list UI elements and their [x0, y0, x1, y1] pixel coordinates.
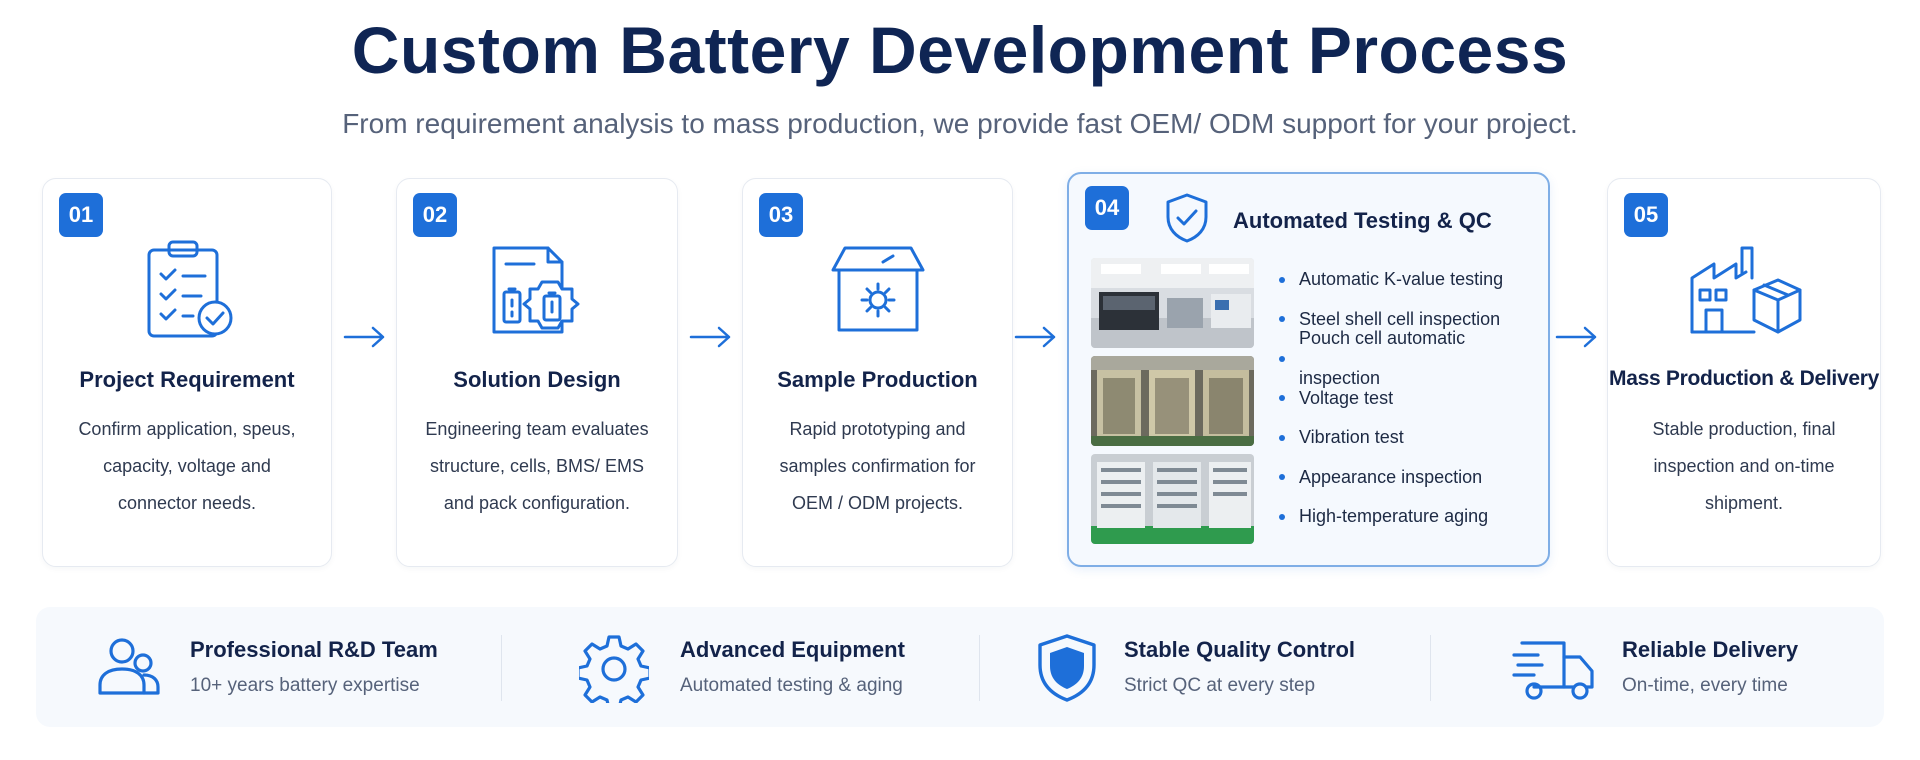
testing-lab-photo — [1091, 258, 1254, 348]
factory-icon — [1608, 229, 1880, 349]
step-card-sample-production: 03 Sample Production Rapid prototyping a… — [742, 178, 1013, 567]
divider — [1430, 635, 1431, 701]
feature-title: Advanced Equipment — [680, 637, 905, 662]
feature-title: Stable Quality Control — [1124, 637, 1356, 662]
arrow-right-icon — [1555, 326, 1597, 348]
feature-delivery: Reliable Delivery On-time, every time — [1512, 607, 1872, 727]
arrow-right-icon — [343, 326, 385, 348]
team-icon — [98, 638, 160, 695]
bullet-icon — [1279, 355, 1285, 362]
clipboard-check-icon — [43, 229, 331, 349]
divider — [501, 635, 502, 701]
page-subtitle: From requirement analysis to mass produc… — [342, 108, 1578, 139]
feature-equipment: Advanced Equipment Automated testing & a… — [579, 607, 979, 727]
list-item: High-temperature aging — [1279, 497, 1548, 537]
feature-subtitle: Strict QC at every step — [1124, 675, 1316, 696]
list-item: Pouch cell automatic inspection — [1279, 328, 1548, 388]
step-title: Project Requirement — [79, 367, 295, 392]
divider — [979, 635, 980, 701]
shield-check-icon — [1166, 193, 1208, 243]
step-description: Engineering team evaluates structure, ce… — [425, 419, 649, 513]
arrow-right-icon — [1014, 326, 1056, 348]
list-item: Automatic K-value testing — [1279, 260, 1548, 300]
qc-checklist: Automatic K-value testing Steel shell ce… — [1279, 260, 1548, 537]
list-item: Vibration test — [1279, 418, 1548, 458]
step-title: Automated Testing & QC — [1233, 208, 1492, 233]
delivery-truck-icon — [1512, 641, 1594, 700]
feature-strip: Professional R&D Team 10+ years battery … — [36, 607, 1884, 727]
bullet-icon — [1279, 316, 1285, 323]
step-number-badge: 04 — [1085, 186, 1129, 230]
battery-design-icon — [397, 229, 677, 349]
step-title: Sample Production — [777, 367, 978, 392]
page-title: Custom Battery Development Process — [351, 13, 1569, 87]
aging-rack-photo — [1091, 454, 1254, 544]
step-card-testing-qc: 04 Automated Testing & QC Automatic K-va… — [1067, 172, 1550, 567]
list-item: Appearance inspection — [1279, 458, 1548, 498]
step-description: Rapid prototyping and samples confirmati… — [779, 419, 976, 513]
feature-title: Professional R&D Team — [190, 637, 438, 662]
step-title: Mass Production & Delivery — [1609, 367, 1879, 390]
feature-title: Reliable Delivery — [1622, 637, 1799, 662]
arrow-right-icon — [689, 326, 731, 348]
step-card-solution-design: 02 Solution Design Engineering team eval… — [396, 178, 678, 567]
step-description: Stable production, final inspection and … — [1652, 419, 1836, 513]
bullet-icon — [1279, 474, 1285, 481]
gear-icon — [579, 635, 649, 703]
feature-subtitle: 10+ years battery expertise — [190, 675, 420, 696]
bullet-icon — [1279, 434, 1285, 441]
feature-subtitle: Automated testing & aging — [680, 675, 903, 696]
cell-inspection-photo — [1091, 356, 1254, 446]
bullet-icon — [1279, 276, 1285, 283]
feature-rd-team: Professional R&D Team 10+ years battery … — [94, 607, 494, 727]
process-infographic: Custom Battery Development Process From … — [0, 0, 1920, 760]
feature-quality: Stable Quality Control Strict QC at ever… — [1032, 607, 1432, 727]
step-title: Solution Design — [453, 367, 621, 392]
step-card-mass-production: 05 Mass Production & Delivery Stable pro… — [1607, 178, 1881, 567]
step-description: Confirm application, speus, capacity, vo… — [78, 419, 296, 513]
shield-icon — [1038, 634, 1096, 702]
bullet-icon — [1279, 513, 1285, 520]
step-card-requirement: 01 Project Requirement Confirm applicati… — [42, 178, 332, 567]
production-box-icon — [743, 229, 1012, 349]
feature-subtitle: On-time, every time — [1622, 675, 1788, 696]
bullet-icon — [1279, 395, 1285, 402]
